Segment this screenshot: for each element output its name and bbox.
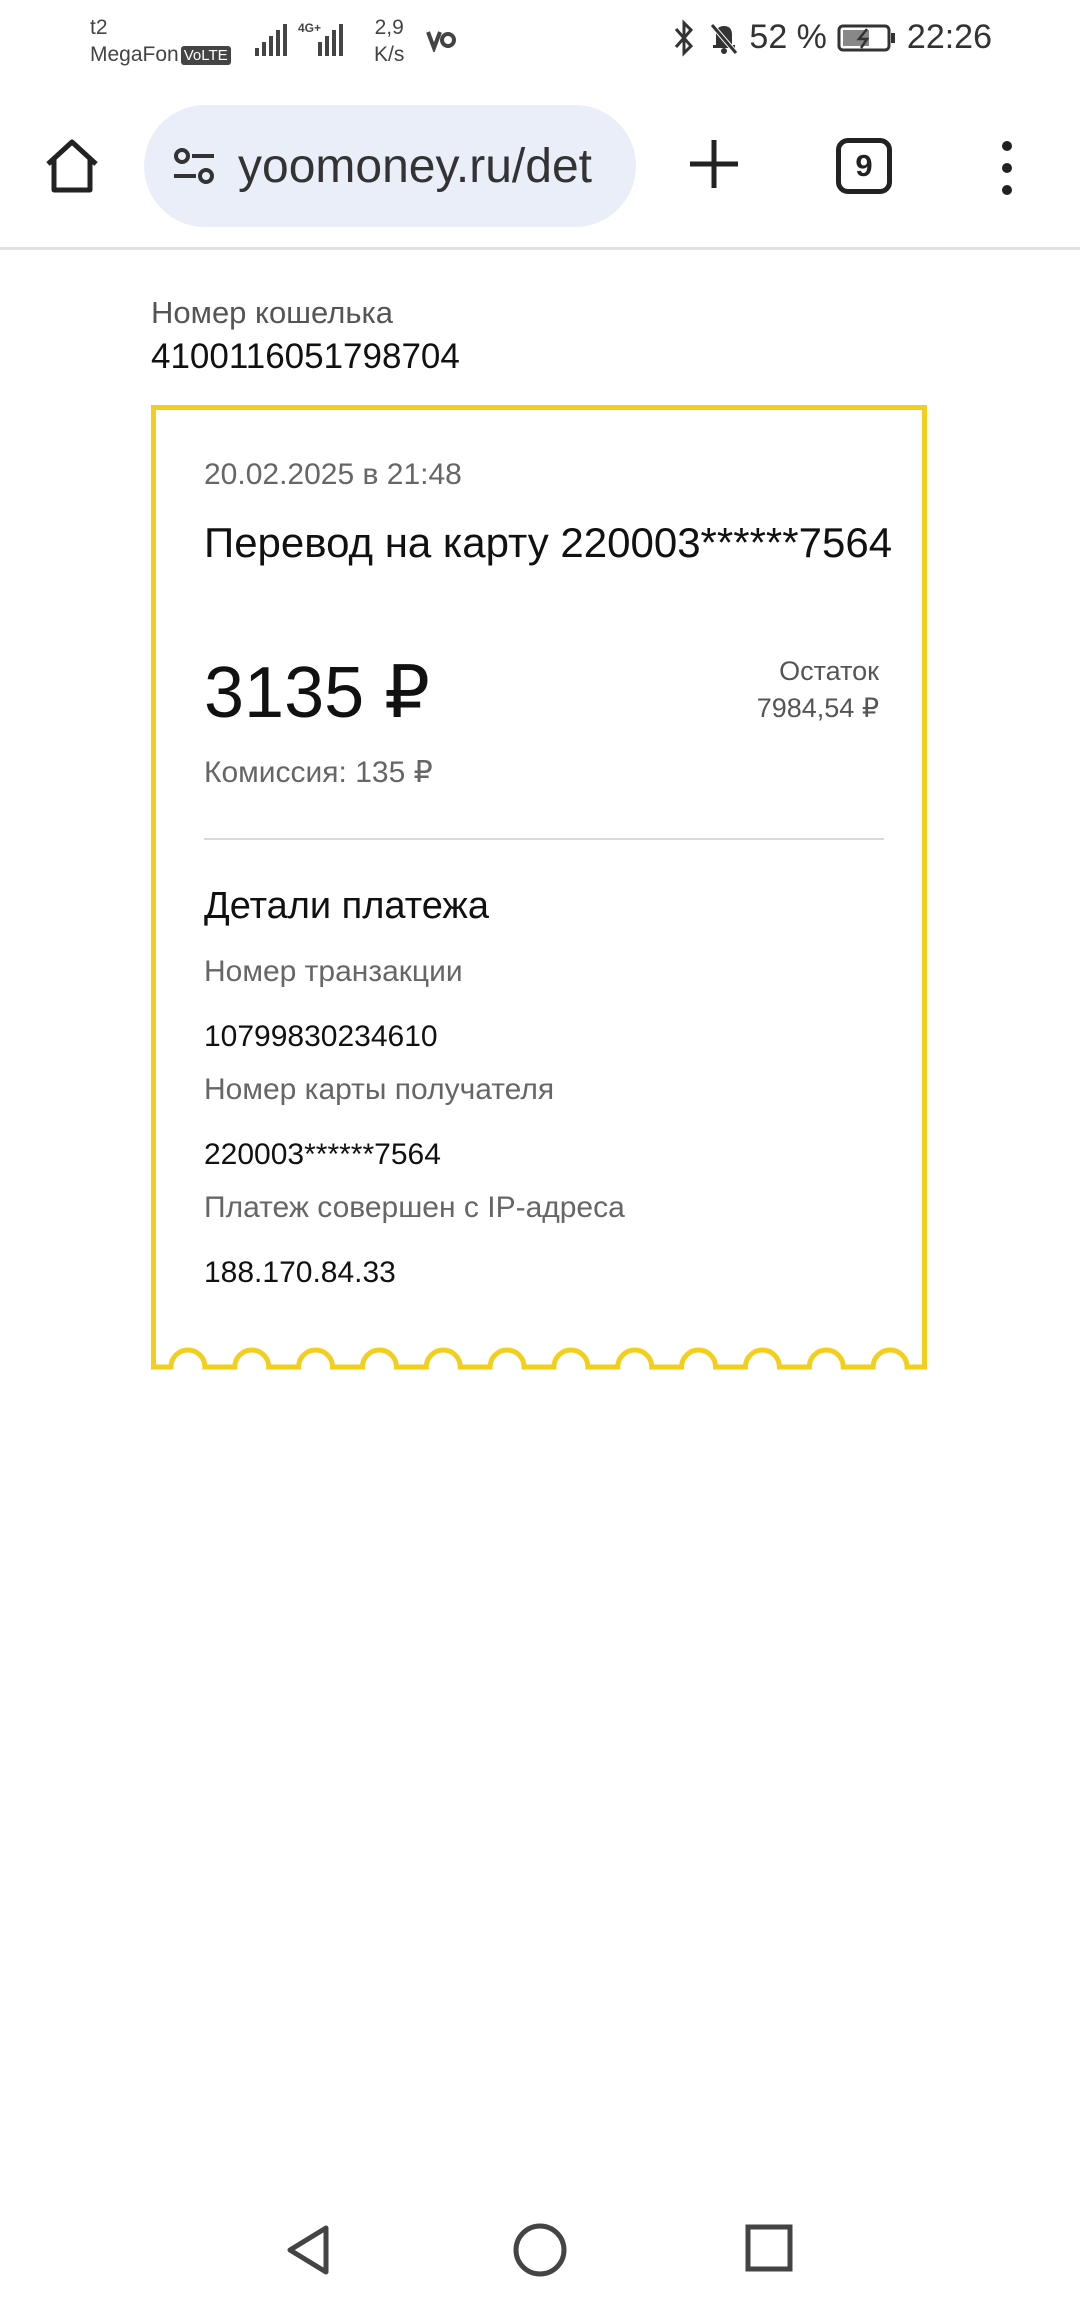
ip-address-value: 188.170.84.33 — [204, 1256, 396, 1289]
more-menu-icon[interactable] — [995, 140, 1019, 196]
wallet-number: 4100116051798704 — [151, 337, 460, 376]
balance-label: Остаток — [779, 656, 879, 686]
carrier-1: t2 — [90, 16, 108, 39]
vpn-icon — [426, 31, 456, 52]
transaction-id-value: 10799830234610 — [204, 1020, 438, 1053]
battery-percent: 52 % — [749, 18, 827, 56]
card-number-value: 220003******7564 — [204, 1138, 441, 1171]
home-nav-icon[interactable] — [512, 2222, 568, 2278]
url-bar[interactable]: yoomoney.ru/det — [144, 105, 636, 227]
volte-badge: VoLTE — [180, 45, 231, 65]
signal-icon-2 — [318, 22, 343, 56]
status-right: 52 % 22:26 — [669, 18, 992, 57]
new-tab-icon[interactable] — [686, 136, 742, 192]
site-settings-icon[interactable] — [168, 140, 220, 192]
transaction-amount: 3135 ₽ — [204, 653, 430, 733]
receipt-scalloped-edge — [151, 1337, 927, 1370]
fee-text: Комиссия: 135 ₽ — [204, 756, 433, 789]
receipt-card: 20.02.2025 в 21:48 Перевод на карту 2200… — [151, 405, 927, 1369]
bluetooth-icon — [675, 18, 694, 57]
carrier-info: t2 MegaFon VoLTE — [90, 14, 231, 68]
status-bar: t2 MegaFon VoLTE 4G+ 2,9 K/s 52 % 22:26 — [0, 0, 1080, 90]
carrier-2: MegaFon — [90, 43, 179, 66]
url-text[interactable]: yoomoney.ru/det — [238, 139, 592, 194]
clock: 22:26 — [906, 18, 992, 56]
recent-apps-icon[interactable] — [745, 2224, 793, 2272]
ip-address-label: Платеж совершен с IP-адреса — [204, 1191, 625, 1224]
divider — [204, 838, 884, 840]
wallet-label: Номер кошелька — [151, 295, 393, 330]
transaction-id-label: Номер транзакции — [204, 955, 463, 988]
network-speed: 2,9 K/s — [374, 16, 405, 66]
signal-icon — [255, 22, 287, 56]
bell-muted-icon — [710, 22, 739, 55]
battery-charging-icon — [837, 24, 895, 51]
transaction-date: 20.02.2025 в 21:48 — [204, 458, 462, 491]
balance-value: 7984,54 ₽ — [756, 693, 879, 723]
back-icon[interactable] — [284, 2222, 332, 2278]
transaction-title: Перевод на карту 220003******7564 — [204, 519, 893, 566]
system-nav-bar — [0, 2210, 1080, 2290]
details-title: Детали платежа — [204, 885, 489, 927]
home-icon[interactable] — [42, 136, 102, 196]
tab-switcher-button[interactable]: 9 — [836, 138, 892, 194]
browser-toolbar: yoomoney.ru/det 9 — [0, 100, 1080, 250]
card-number-label: Номер карты получателя — [204, 1073, 555, 1106]
